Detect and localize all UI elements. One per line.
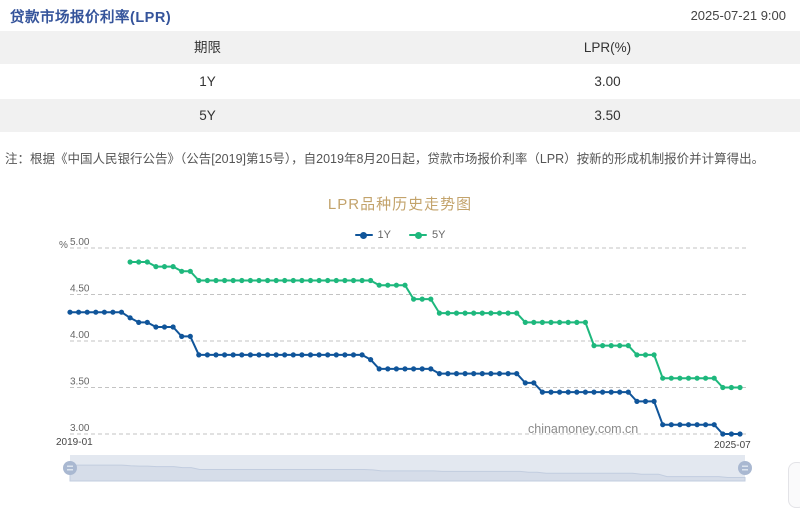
lpr-rate-table: 期限 LPR(%) 1Y 3.00 5Y 3.50	[0, 31, 800, 133]
table-row: 5Y 3.50	[0, 99, 800, 133]
svg-text:3.50: 3.50	[70, 377, 90, 388]
rate-cell: 3.00	[594, 74, 621, 89]
column-header-term: 期限	[194, 40, 221, 55]
lpr-history-plot: 5.00 4.50 4.00 3.50 3.00	[67, 237, 746, 437]
footnote: 注：根据《中国人民银行公告》（公告[2019]第15号），自2019年8月20日…	[5, 152, 765, 166]
publish-datetime: 2025-07-21 9:00	[690, 8, 786, 23]
svg-text:4.00: 4.00	[70, 330, 90, 341]
term-cell: 5Y	[199, 108, 216, 123]
svg-text:3.00: 3.00	[70, 423, 90, 434]
datazoom-track[interactable]	[60, 454, 755, 482]
page-title: 贷款市场报价利率(LPR)	[10, 10, 172, 26]
table-header-row: 期限 LPR(%)	[0, 31, 800, 65]
table-row: 1Y 3.00	[0, 65, 800, 99]
svg-text:4.50: 4.50	[70, 284, 90, 295]
rate-cell: 3.50	[594, 108, 621, 123]
column-header-lpr: LPR(%)	[583, 40, 632, 55]
watermark: chinamoney.com.cn	[528, 422, 639, 436]
term-cell: 1Y	[199, 74, 216, 89]
x-axis-end-label: 2025-07	[714, 440, 751, 451]
vertical-scrollbar-thumb[interactable]	[788, 462, 800, 508]
datazoom-slider[interactable]	[60, 454, 755, 482]
x-axis-start-label: 2019-01	[56, 437, 93, 448]
chart-title: LPR品种历史走势图	[327, 196, 473, 213]
svg-text:5.00: 5.00	[70, 237, 90, 248]
